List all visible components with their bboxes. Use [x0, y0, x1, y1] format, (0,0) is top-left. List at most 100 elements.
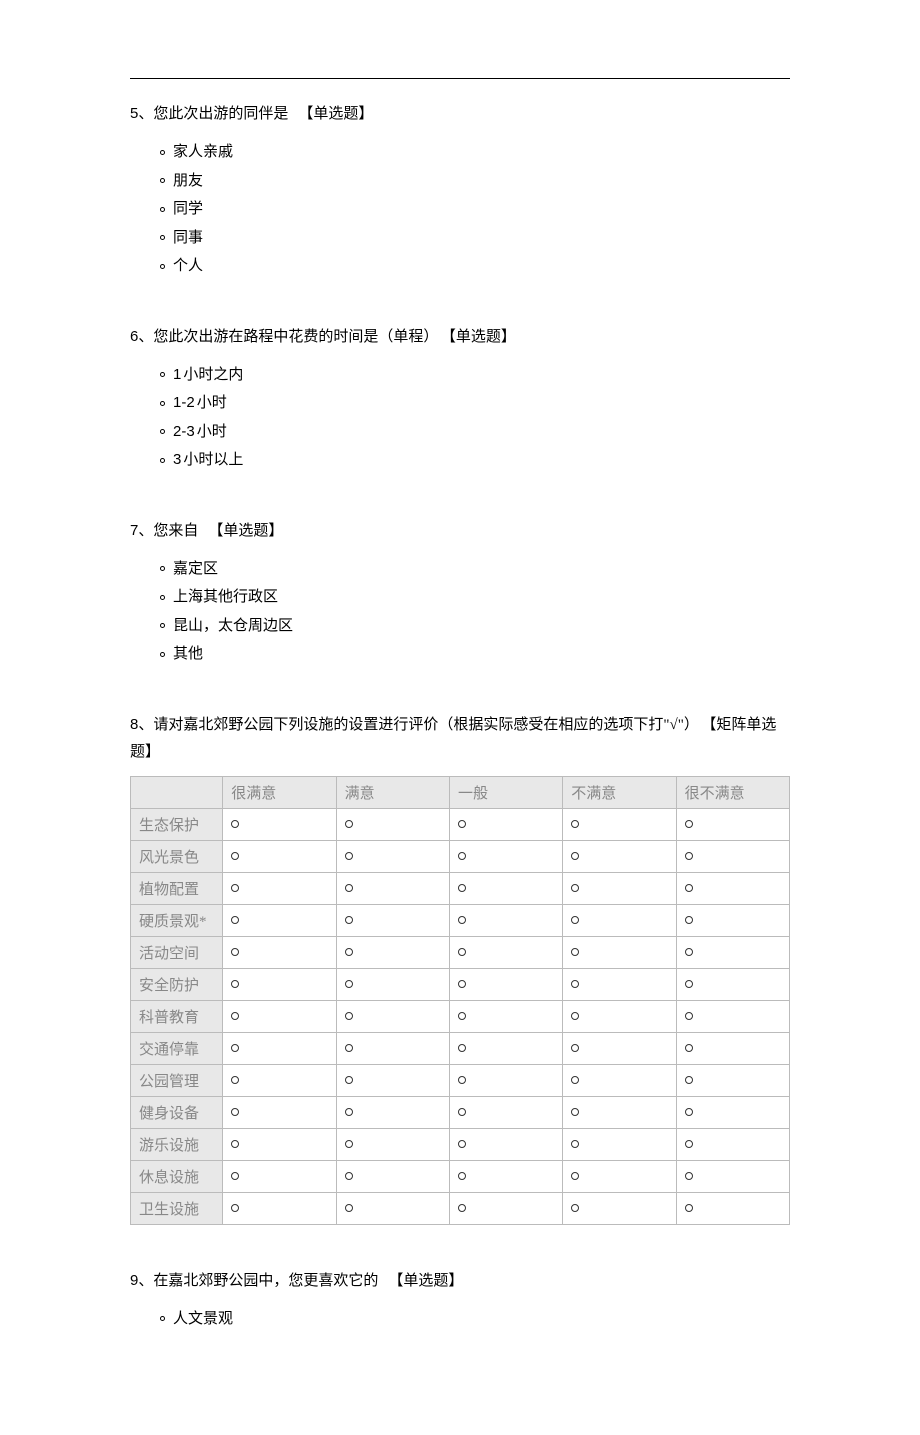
matrix-cell[interactable] [336, 1160, 449, 1192]
matrix-row-label: 休息设施 [131, 1160, 223, 1192]
q5-options: 家人亲戚 朋友 同学 同事 个人 [130, 138, 790, 281]
q5-option[interactable]: 朋友 [160, 167, 790, 196]
matrix-cell[interactable] [223, 1128, 336, 1160]
matrix-cell[interactable] [336, 808, 449, 840]
matrix-cell[interactable] [676, 872, 789, 904]
matrix-cell[interactable] [336, 968, 449, 1000]
radio-icon [685, 1172, 693, 1180]
radio-icon [160, 401, 165, 406]
matrix-cell[interactable] [449, 808, 562, 840]
q6-option[interactable]: 3 小时以上 [160, 446, 790, 475]
matrix-cell[interactable] [563, 1096, 676, 1128]
matrix-cell[interactable] [449, 1096, 562, 1128]
q5-option[interactable]: 同学 [160, 195, 790, 224]
matrix-cell[interactable] [676, 1192, 789, 1224]
matrix-cell[interactable] [223, 1032, 336, 1064]
matrix-cell[interactable] [563, 968, 676, 1000]
q6-option[interactable]: 1 小时之内 [160, 361, 790, 390]
matrix-cell[interactable] [676, 936, 789, 968]
matrix-cell[interactable] [563, 1000, 676, 1032]
matrix-cell[interactable] [223, 872, 336, 904]
matrix-cell[interactable] [336, 1064, 449, 1096]
matrix-cell[interactable] [449, 1128, 562, 1160]
matrix-cell[interactable] [563, 1192, 676, 1224]
matrix-cell[interactable] [223, 1064, 336, 1096]
matrix-cell[interactable] [449, 904, 562, 936]
matrix-cell[interactable] [223, 1096, 336, 1128]
radio-icon [231, 1172, 239, 1180]
matrix-cell[interactable] [676, 1032, 789, 1064]
matrix-cell[interactable] [336, 1000, 449, 1032]
matrix-cell[interactable] [676, 1128, 789, 1160]
matrix-cell[interactable] [676, 840, 789, 872]
option-label: 家人亲戚 [173, 138, 233, 167]
radio-icon [571, 820, 579, 828]
matrix-cell[interactable] [223, 936, 336, 968]
matrix-cell[interactable] [676, 904, 789, 936]
radio-icon [345, 1108, 353, 1116]
matrix-cell[interactable] [563, 1032, 676, 1064]
matrix-cell[interactable] [676, 968, 789, 1000]
q6-text: 您此次出游在路程中花费的时间是（单程） [153, 329, 438, 345]
matrix-cell[interactable] [336, 1192, 449, 1224]
matrix-cell[interactable] [449, 840, 562, 872]
q7-option[interactable]: 上海其他行政区 [160, 583, 790, 612]
q6-option[interactable]: 1-2 小时 [160, 389, 790, 418]
matrix-cell[interactable] [336, 936, 449, 968]
matrix-cell[interactable] [449, 1064, 562, 1096]
matrix-cell[interactable] [563, 1064, 676, 1096]
matrix-cell[interactable] [449, 872, 562, 904]
matrix-row: 健身设备 [131, 1096, 790, 1128]
matrix-cell[interactable] [563, 936, 676, 968]
matrix-cell[interactable] [563, 840, 676, 872]
matrix-cell[interactable] [676, 1064, 789, 1096]
matrix-cell[interactable] [563, 808, 676, 840]
matrix-cell[interactable] [336, 1128, 449, 1160]
matrix-cell[interactable] [449, 968, 562, 1000]
q5-option[interactable]: 家人亲戚 [160, 138, 790, 167]
q7-option[interactable]: 其他 [160, 640, 790, 669]
matrix-cell[interactable] [449, 1032, 562, 1064]
matrix-cell[interactable] [449, 1000, 562, 1032]
matrix-cell[interactable] [563, 1160, 676, 1192]
matrix-cell[interactable] [223, 808, 336, 840]
radio-icon [571, 948, 579, 956]
q6-option[interactable]: 2-3 小时 [160, 418, 790, 447]
matrix-cell[interactable] [336, 1032, 449, 1064]
matrix-cell[interactable] [676, 1096, 789, 1128]
matrix-cell[interactable] [676, 1160, 789, 1192]
q5-option[interactable]: 个人 [160, 252, 790, 281]
q7-option[interactable]: 昆山，太仓周边区 [160, 612, 790, 641]
matrix-cell[interactable] [223, 1192, 336, 1224]
matrix-cell[interactable] [563, 904, 676, 936]
matrix-cell[interactable] [336, 840, 449, 872]
matrix-cell[interactable] [563, 872, 676, 904]
matrix-cell[interactable] [563, 1128, 676, 1160]
matrix-cell[interactable] [223, 968, 336, 1000]
matrix-header-row: 很满意 满意 一般 不满意 很不满意 [131, 776, 790, 808]
radio-icon [160, 207, 165, 212]
matrix-cell[interactable] [223, 1000, 336, 1032]
q7-option[interactable]: 嘉定区 [160, 555, 790, 584]
matrix-cell[interactable] [223, 904, 336, 936]
q9-option[interactable]: 人文景观 [160, 1305, 790, 1334]
radio-icon [458, 1076, 466, 1084]
matrix-cell[interactable] [223, 840, 336, 872]
q7-text: 您来自 [153, 523, 198, 539]
matrix-cell[interactable] [336, 872, 449, 904]
matrix-row-label: 硬质景观* [131, 904, 223, 936]
option-label: 小时 [197, 418, 227, 447]
matrix-cell[interactable] [223, 1160, 336, 1192]
q5-option[interactable]: 同事 [160, 224, 790, 253]
matrix-row-label: 生态保护 [131, 808, 223, 840]
matrix-cell[interactable] [336, 904, 449, 936]
matrix-cell[interactable] [449, 936, 562, 968]
matrix-cell[interactable] [449, 1192, 562, 1224]
matrix-cell[interactable] [676, 1000, 789, 1032]
radio-icon [685, 1108, 693, 1116]
matrix-cell[interactable] [449, 1160, 562, 1192]
radio-icon [571, 916, 579, 924]
matrix-cell[interactable] [336, 1096, 449, 1128]
radio-icon [458, 1140, 466, 1148]
matrix-cell[interactable] [676, 808, 789, 840]
